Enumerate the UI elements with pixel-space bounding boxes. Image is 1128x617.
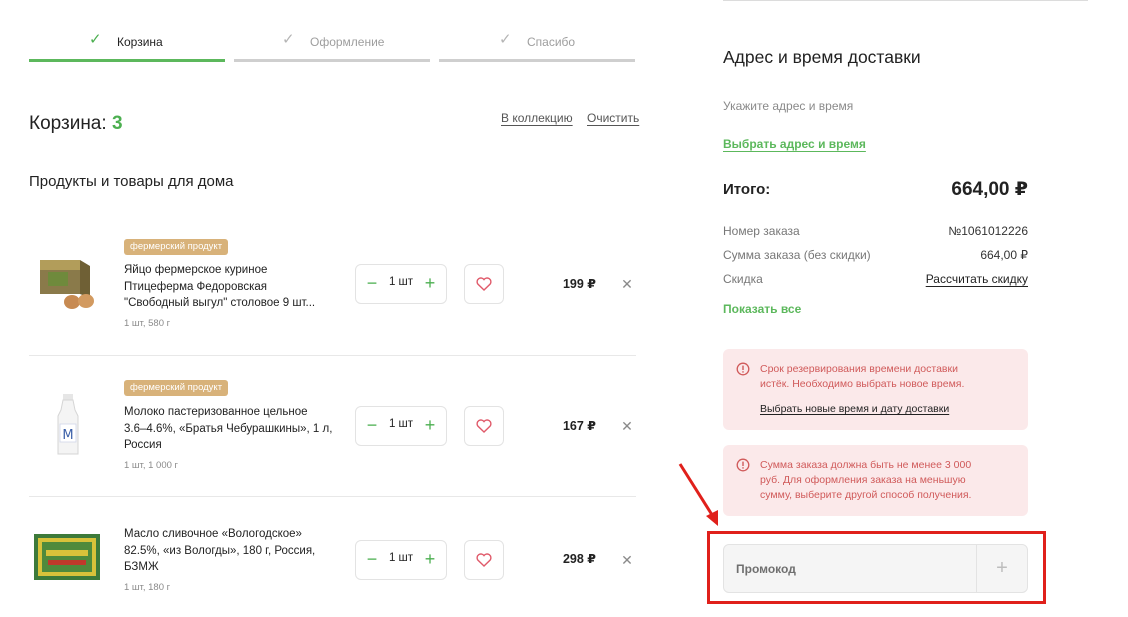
alert-text-line: Срок резервирования времени доставки [760, 363, 958, 375]
order-number-label: Номер заказа [723, 224, 800, 238]
show-all-link[interactable]: Показать все [723, 302, 801, 316]
farm-product-badge: фермерский продукт [124, 239, 229, 255]
favorite-button[interactable] [464, 540, 504, 580]
quantity-stepper: − 1 шт + [355, 264, 447, 304]
alert-text-line: сумму, выберите другой способ получения. [760, 489, 972, 501]
alert-minimum-sum: Сумма заказа должна быть не менее 3 000 … [723, 445, 1028, 516]
cart-title: Корзина: 3 [29, 113, 123, 135]
product-price: 298 ₽ [562, 552, 596, 566]
order-sum-label: Сумма заказа (без скидки) [723, 248, 871, 262]
annotation-arrow [678, 463, 718, 526]
heart-icon [476, 277, 492, 291]
product-name-line: Птицеферма Федоровская [124, 280, 267, 293]
cart-count: 3 [111, 113, 123, 134]
close-icon[interactable]: ✕ [620, 419, 634, 433]
heart-icon [476, 419, 492, 433]
item-divider [29, 496, 636, 497]
quantity-stepper: − 1 шт + [355, 540, 447, 580]
alert-text-line: Сумма заказа должна быть не менее 3 000 [760, 459, 972, 471]
product-name-line: 3.6–4.6%, «Братья Чебурашкины», 1 л, [124, 422, 333, 435]
plus-icon[interactable]: + [420, 273, 440, 293]
step-label: Спасибо [527, 35, 576, 49]
choose-address-link[interactable]: Выбрать адрес и время [723, 137, 866, 151]
check-icon: ✓ [89, 31, 102, 48]
alert-reservation-expired: Срок резервирования времени доставки ист… [723, 349, 1028, 430]
product-price: 199 ₽ [562, 277, 596, 291]
exclamation-circle-icon [736, 362, 750, 376]
step-label: Оформление [310, 35, 385, 49]
delivery-title: Адрес и время доставки [723, 47, 921, 67]
total-value: 664,00 ₽ [951, 179, 1028, 200]
quantity-value: 1 шт [388, 552, 414, 564]
product-meta: 1 шт, 1 000 г [124, 460, 178, 471]
order-number-value: №1061012226 [948, 224, 1028, 238]
product-name-line: 82.5%, «из Вологды», 180 г, Россия, [124, 544, 316, 557]
quantity-stepper: − 1 шт + [355, 406, 447, 446]
minus-icon[interactable]: − [362, 273, 382, 293]
add-to-collection-link[interactable]: В коллекцию [501, 111, 573, 125]
svg-text:M: M [62, 428, 73, 443]
step-checkout[interactable]: ✓ Оформление [234, 30, 430, 62]
farm-product-badge: фермерский продукт [124, 380, 229, 396]
step-progress-bar [29, 59, 225, 62]
step-thanks[interactable]: ✓ Спасибо [439, 30, 635, 62]
close-icon[interactable]: ✕ [620, 553, 634, 567]
alert-text: Срок резервирования времени доставки ист… [760, 362, 1015, 392]
product-name-line: Молоко пастеризованное цельное [124, 406, 308, 418]
product-image-milk[interactable]: M [34, 394, 102, 455]
annotation-highlight-box [707, 531, 1046, 604]
step-progress-bar [234, 59, 430, 62]
total-label: Итого: [723, 181, 771, 198]
step-progress-bar [439, 59, 635, 62]
section-title: Продукты и товары для дома [29, 173, 234, 190]
clear-cart-link[interactable]: Очистить [587, 111, 639, 125]
alert-text-line: истёк. Необходимо выбрать новое время. [760, 378, 965, 390]
product-name[interactable]: Яйцо фермерское куриное Птицеферма Федор… [124, 262, 344, 312]
quantity-value: 1 шт [388, 276, 414, 288]
product-name-line: Россия [124, 439, 162, 451]
step-label: Корзина [117, 35, 163, 49]
heart-icon [476, 553, 492, 567]
minus-icon[interactable]: − [362, 415, 382, 435]
delivery-hint: Укажите адрес и время [723, 99, 854, 113]
order-sum-value: 664,00 ₽ [980, 248, 1028, 262]
minus-icon[interactable]: − [362, 549, 382, 569]
product-name-line: БЗМЖ [124, 561, 159, 573]
product-meta: 1 шт, 180 г [124, 582, 171, 593]
product-price: 167 ₽ [562, 419, 596, 433]
product-name-line: Яйцо фермерское куриное [124, 264, 268, 276]
product-name[interactable]: Молоко пастеризованное цельное 3.6–4.6%,… [124, 404, 344, 454]
alert-text: Сумма заказа должна быть не менее 3 000 … [760, 458, 1015, 503]
item-divider [29, 355, 636, 356]
product-name-line: Масло сливочное «Вологодское» [124, 528, 302, 540]
step-cart[interactable]: ✓ Корзина [29, 30, 225, 62]
alert-text-line: руб. Для оформления заказа на меньшую [760, 474, 966, 486]
check-icon: ✓ [282, 31, 295, 48]
product-image-eggs[interactable] [34, 254, 102, 312]
product-name[interactable]: Масло сливочное «Вологодское» 82.5%, «из… [124, 526, 344, 576]
choose-new-time-link[interactable]: Выбрать новые время и дату доставки [760, 403, 949, 415]
exclamation-circle-icon [736, 458, 750, 472]
cart-title-label: Корзина: [29, 113, 107, 134]
check-icon: ✓ [499, 31, 512, 48]
favorite-button[interactable] [464, 406, 504, 446]
discount-label: Скидка [723, 272, 763, 286]
calculate-discount-link[interactable]: Рассчитать скидку [880, 272, 1028, 286]
plus-icon[interactable]: + [420, 415, 440, 435]
product-meta: 1 шт, 580 г [124, 318, 171, 329]
plus-icon[interactable]: + [420, 549, 440, 569]
product-image-butter[interactable] [34, 530, 102, 588]
product-name-line: "Свободный выгул" столовое 9 шт... [124, 297, 316, 309]
close-icon[interactable]: ✕ [620, 277, 634, 291]
quantity-value: 1 шт [388, 418, 414, 430]
favorite-button[interactable] [464, 264, 504, 304]
top-divider [723, 0, 1088, 1]
